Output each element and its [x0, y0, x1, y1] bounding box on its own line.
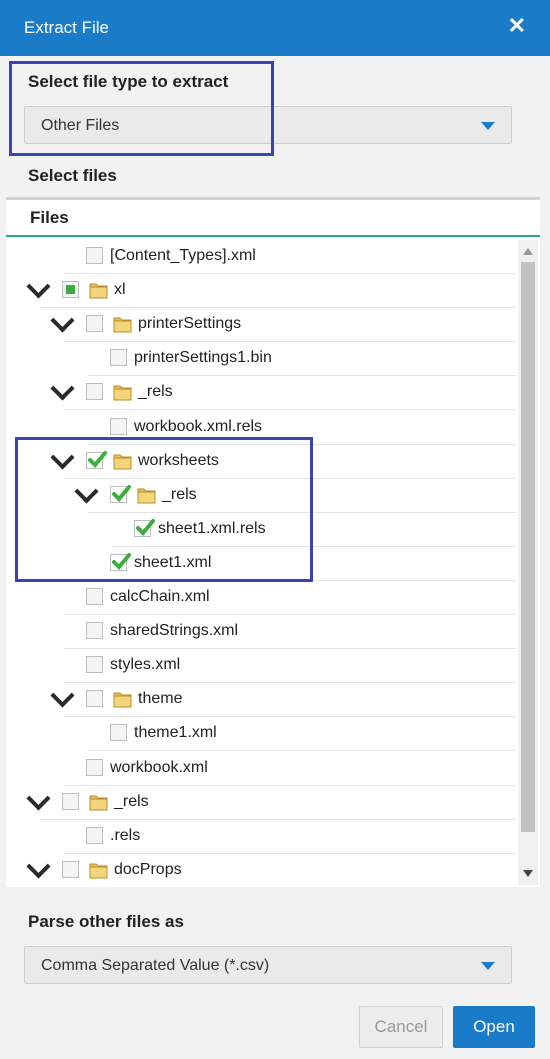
- chevron-down-icon[interactable]: [50, 308, 75, 333]
- tree-file-row[interactable]: [Content_Types].xml: [6, 240, 516, 274]
- open-button[interactable]: Open: [453, 1006, 535, 1048]
- tree-file-row[interactable]: styles.xml: [6, 649, 516, 684]
- tree-checkbox[interactable]: [86, 588, 103, 605]
- tree-item-label: calcChain.xml: [110, 588, 210, 605]
- tree-item-label: printerSettings: [138, 315, 242, 333]
- folder-icon: [112, 382, 134, 402]
- chevron-down-icon[interactable]: [50, 683, 75, 708]
- tree-checkbox[interactable]: [110, 552, 131, 571]
- chevron-down-icon[interactable]: [74, 479, 99, 504]
- tree-item-label: workbook.xml: [110, 758, 208, 776]
- extract-file-dialog: Extract File ✕ Select file type to extra…: [0, 0, 550, 1059]
- tree-checkbox[interactable]: [110, 724, 127, 742]
- tree-folder-row[interactable]: _rels: [6, 376, 516, 411]
- tree-folder-row[interactable]: docProps: [6, 854, 516, 885]
- scroll-up-icon[interactable]: [523, 248, 533, 255]
- tree-item-label: sharedStrings.xml: [110, 622, 239, 640]
- tree-item-label: theme1.xml: [134, 724, 217, 742]
- tree-file-row[interactable]: workbook.xml: [6, 752, 516, 786]
- tree-checkbox[interactable]: [86, 622, 103, 640]
- scroll-thumb[interactable]: [521, 262, 535, 832]
- tree-file-row[interactable]: sheet1.xml.rels: [6, 513, 516, 547]
- tree-checkbox[interactable]: [86, 247, 103, 264]
- dialog-titlebar: Extract File ✕: [0, 0, 550, 56]
- tree-checkbox[interactable]: [86, 383, 103, 401]
- tree-item-label: xl: [114, 281, 126, 299]
- folder-icon: [136, 485, 158, 505]
- tree-folder-row[interactable]: printerSettings: [6, 308, 516, 343]
- folder-icon: [112, 689, 134, 709]
- tree-checkbox[interactable]: [86, 826, 103, 844]
- tree-checkbox[interactable]: [86, 656, 103, 674]
- chevron-down-icon: [481, 962, 495, 970]
- tree-item-label: printerSettings1.bin: [134, 349, 272, 367]
- folder-icon: [112, 314, 134, 334]
- tree-checkbox[interactable]: [110, 417, 127, 435]
- cancel-button[interactable]: Cancel: [359, 1006, 443, 1048]
- close-icon[interactable]: ✕: [508, 13, 526, 39]
- chevron-down-icon[interactable]: [50, 376, 75, 401]
- tree-file-row[interactable]: printerSettings1.bin: [6, 342, 516, 377]
- tree-checkbox[interactable]: [86, 315, 103, 333]
- tree-item-label: _rels: [162, 485, 197, 503]
- chevron-down-icon[interactable]: [26, 854, 51, 879]
- scroll-down-icon[interactable]: [523, 870, 533, 877]
- dialog-title: Extract File: [24, 18, 110, 37]
- tree-checkbox[interactable]: [110, 484, 131, 503]
- files-header: Files: [6, 200, 540, 237]
- parse-format-select[interactable]: Comma Separated Value (*.csv): [24, 946, 512, 984]
- tree-item-label: [Content_Types].xml: [110, 247, 256, 264]
- tree-folder-row[interactable]: xl: [6, 274, 516, 309]
- tree-file-row[interactable]: sheet1.xml: [6, 547, 516, 581]
- tree-item-label: workbook.xml.rels: [134, 417, 263, 435]
- chevron-down-icon: [481, 122, 495, 130]
- chevron-down-icon[interactable]: [26, 786, 51, 811]
- parse-label: Parse other files as: [28, 912, 184, 931]
- tree-item-label: .rels: [110, 826, 141, 844]
- tree-file-row[interactable]: .rels: [6, 820, 516, 854]
- files-header-label: Files: [30, 208, 69, 227]
- folder-icon: [88, 792, 110, 812]
- folder-icon: [88, 860, 110, 880]
- tree-file-row[interactable]: sharedStrings.xml: [6, 615, 516, 650]
- tree-item-label: worksheets: [138, 451, 219, 469]
- folder-icon: [112, 451, 134, 471]
- tree-checkbox[interactable]: [86, 758, 103, 776]
- tree-item-label: theme: [138, 690, 183, 708]
- folder-icon: [88, 280, 110, 300]
- tree-checkbox[interactable]: [86, 450, 107, 469]
- file-type-select[interactable]: Other Files: [24, 106, 512, 144]
- tree-folder-row[interactable]: theme: [6, 683, 516, 718]
- tree-file-row[interactable]: calcChain.xml: [6, 581, 516, 615]
- select-files-label: Select files: [28, 166, 117, 185]
- chevron-down-icon[interactable]: [50, 445, 75, 470]
- tree-folder-row[interactable]: _rels: [6, 479, 516, 513]
- tree-item-label: styles.xml: [110, 656, 181, 674]
- file-type-label: Select file type to extract: [28, 72, 229, 91]
- tree-checkbox[interactable]: [134, 518, 155, 537]
- tree-item-label: docProps: [114, 860, 182, 878]
- tree-item-label: sheet1.xml.rels: [158, 519, 266, 537]
- tree-folder-row[interactable]: worksheets: [6, 445, 516, 479]
- tree-item-label: sheet1.xml: [134, 553, 212, 571]
- tree-checkbox[interactable]: [86, 690, 103, 708]
- tree-checkbox[interactable]: [62, 860, 79, 878]
- tree-checkbox[interactable]: [62, 792, 79, 810]
- tree-file-row[interactable]: theme1.xml: [6, 717, 516, 752]
- tree-file-row[interactable]: workbook.xml.rels: [6, 411, 516, 445]
- tree-scrollbar[interactable]: [518, 240, 538, 885]
- chevron-down-icon[interactable]: [26, 274, 51, 299]
- files-panel: Files [Content_Types].xmlxl printerSettin…: [6, 197, 540, 887]
- parse-format-value: Comma Separated Value (*.csv): [41, 957, 270, 974]
- file-type-value: Other Files: [41, 117, 120, 134]
- file-tree: [Content_Types].xmlxl printerSettings prin…: [6, 240, 516, 885]
- tree-checkbox[interactable]: [62, 281, 79, 299]
- tree-folder-row[interactable]: _rels: [6, 786, 516, 820]
- tree-item-label: _rels: [114, 792, 149, 810]
- tree-checkbox[interactable]: [110, 349, 127, 367]
- tree-item-label: _rels: [138, 383, 173, 401]
